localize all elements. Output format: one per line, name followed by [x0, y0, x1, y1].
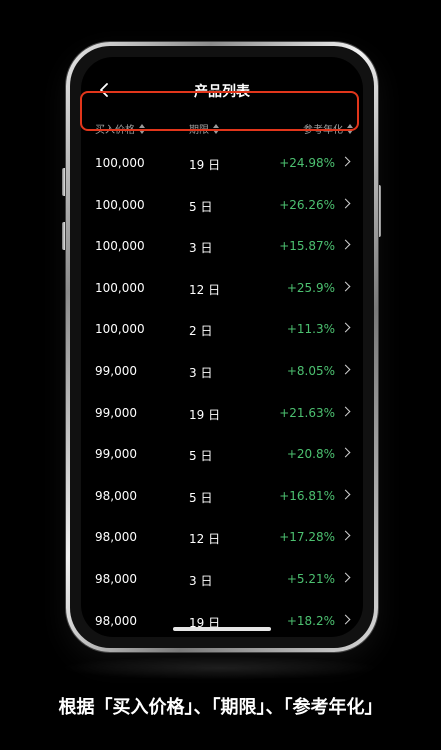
- caption-text: 根据「买入价格」、「期限」、「参考年化」: [58, 697, 383, 718]
- term-value: 5 日: [189, 449, 213, 464]
- term-value: 12 日: [189, 532, 221, 547]
- term-value: 2 日: [189, 324, 213, 339]
- chevron-right-icon: [340, 572, 351, 583]
- list-item[interactable]: 98,000 3 日 +5.21%: [81, 560, 363, 602]
- chevron-right-icon: [340, 322, 351, 333]
- chevron-right-icon: [340, 614, 351, 624]
- rate-value: +20.8%: [286, 447, 335, 462]
- phone-frame: 产品列表 买入价格 期限 参考年化 100,000 19 日 +24.98% 100,…: [66, 42, 378, 652]
- term-value: 3 日: [189, 241, 213, 256]
- term-value: 12 日: [189, 282, 221, 297]
- rate-value: +24.98%: [279, 156, 335, 170]
- home-indicator[interactable]: [173, 627, 271, 631]
- price-value: 100,000: [95, 239, 145, 254]
- list-item[interactable]: 98,000 12 日 +17.28%: [81, 518, 363, 560]
- price-value: 98,000: [95, 571, 137, 586]
- list-item[interactable]: 98,000 5 日 +16.81%: [81, 477, 363, 519]
- chevron-right-icon: [340, 447, 351, 458]
- phone-screen: 产品列表 买入价格 期限 参考年化 100,000 19 日 +24.98% 100,…: [81, 57, 363, 637]
- rate-value: +25.9%: [286, 280, 335, 295]
- chevron-right-icon: [340, 156, 351, 167]
- chevron-right-icon: [340, 239, 351, 250]
- chevron-right-icon: [340, 406, 351, 417]
- rate-value: +18.2%: [286, 613, 335, 628]
- list-item[interactable]: 100,000 3 日 +15.87%: [81, 227, 363, 269]
- rate-value: +21.63%: [279, 405, 335, 420]
- term-value: 19 日: [189, 158, 221, 172]
- term-value: 3 日: [189, 365, 213, 380]
- chevron-right-icon: [340, 281, 351, 292]
- price-value: 98,000: [95, 613, 137, 628]
- rate-value: +11.3%: [286, 322, 335, 337]
- chevron-right-icon: [340, 530, 351, 541]
- rate-value: +26.26%: [279, 197, 335, 212]
- price-value: 100,000: [95, 280, 145, 295]
- rate-value: +8.05%: [286, 363, 335, 378]
- header-highlight-box: [80, 91, 359, 131]
- price-value: 99,000: [95, 405, 137, 420]
- list-item[interactable]: 99,000 3 日 +8.05%: [81, 352, 363, 394]
- term-value: 3 日: [189, 573, 213, 588]
- price-value: 100,000: [95, 156, 145, 170]
- chevron-right-icon: [340, 364, 351, 375]
- chevron-right-icon: [340, 198, 351, 209]
- list-item[interactable]: 99,000 5 日 +20.8%: [81, 435, 363, 477]
- phone-bezel: 产品列表 买入价格 期限 参考年化 100,000 19 日 +24.98% 100,…: [70, 46, 374, 648]
- rate-value: +16.81%: [279, 488, 335, 503]
- price-value: 98,000: [95, 488, 137, 503]
- chevron-right-icon: [340, 489, 351, 500]
- list-item[interactable]: 98,000 19 日 +18.2%: [81, 602, 363, 637]
- floor-reflection: [60, 656, 380, 680]
- list-item[interactable]: 100,000 2 日 +11.3%: [81, 310, 363, 352]
- price-value: 100,000: [95, 322, 145, 337]
- price-value: 100,000: [95, 197, 145, 212]
- product-list: 100,000 19 日 +24.98% 100,000 5 日 +26.26% 100,0…: [81, 144, 363, 637]
- list-item[interactable]: 100,000 5 日 +26.26%: [81, 186, 363, 228]
- term-value: 5 日: [189, 199, 213, 214]
- term-value: 5 日: [189, 490, 213, 505]
- rate-value: +17.28%: [279, 530, 335, 545]
- list-item[interactable]: 99,000 19 日 +21.63%: [81, 394, 363, 436]
- list-item[interactable]: 100,000 12 日 +25.9%: [81, 269, 363, 311]
- rate-value: +5.21%: [286, 571, 335, 586]
- term-value: 19 日: [189, 407, 221, 422]
- rate-value: +15.87%: [279, 239, 335, 254]
- list-item[interactable]: 100,000 19 日 +24.98%: [81, 144, 363, 186]
- price-value: 98,000: [95, 530, 137, 545]
- price-value: 99,000: [95, 447, 137, 462]
- price-value: 99,000: [95, 363, 137, 378]
